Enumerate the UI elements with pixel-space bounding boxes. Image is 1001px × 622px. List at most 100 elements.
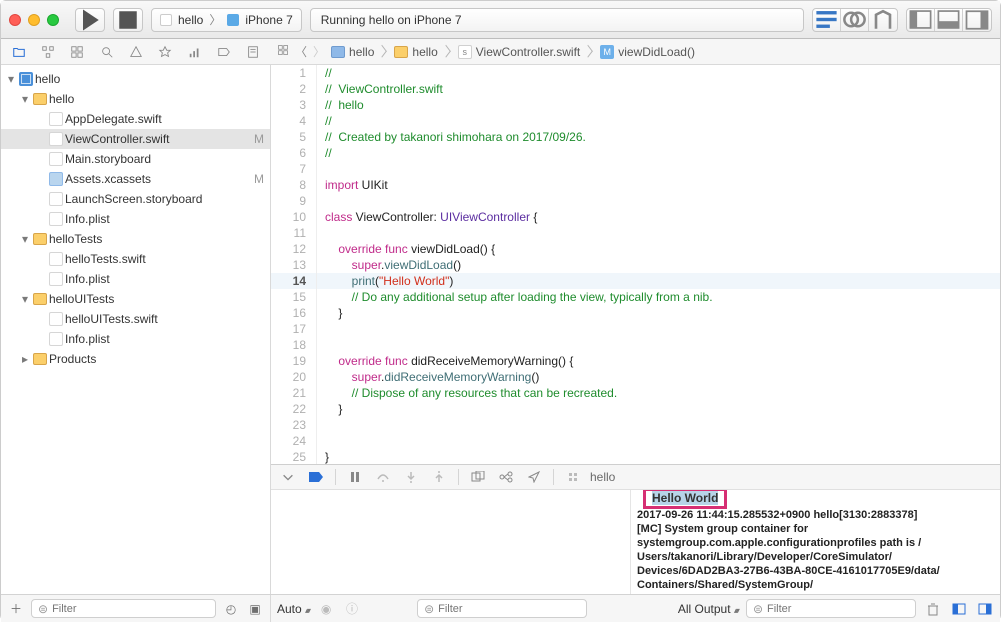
code-line[interactable]: 1// xyxy=(271,65,1000,81)
debug-view-hierarchy-icon[interactable] xyxy=(467,468,489,486)
step-over-icon[interactable] xyxy=(372,468,394,486)
source-control-navigator-tab[interactable] xyxy=(34,41,61,63)
tree-row[interactable]: ▾helloUITests xyxy=(1,289,270,309)
code-line[interactable]: 17 xyxy=(271,321,1000,337)
code-line[interactable]: 21 // Dispose of any resources that can … xyxy=(271,385,1000,401)
code-line[interactable]: 23 xyxy=(271,417,1000,433)
code-line[interactable]: 19 override func didReceiveMemoryWarning… xyxy=(271,353,1000,369)
crumb-file-label[interactable]: ViewController.swift xyxy=(476,45,580,59)
toggle-utilities-icon[interactable] xyxy=(963,9,991,31)
related-items-icon[interactable] xyxy=(277,44,289,59)
code-line[interactable]: 12 override func viewDidLoad() { xyxy=(271,241,1000,257)
code-line[interactable]: 4// xyxy=(271,113,1000,129)
debug-memory-graph-icon[interactable] xyxy=(495,468,517,486)
show-console-pane-icon[interactable] xyxy=(976,600,994,618)
code-line[interactable]: 18 xyxy=(271,337,1000,353)
variables-filter[interactable]: ⊜ xyxy=(417,599,587,618)
code-line[interactable]: 2// ViewController.swift xyxy=(271,81,1000,97)
code-line[interactable]: 20 super.didReceiveMemoryWarning() xyxy=(271,369,1000,385)
debug-target-label[interactable]: hello xyxy=(590,470,615,484)
tree-row[interactable]: ▾hello xyxy=(1,89,270,109)
disclosure-icon[interactable]: ▾ xyxy=(19,292,31,306)
tree-row[interactable]: LaunchScreen.storyboard xyxy=(1,189,270,209)
code-line[interactable]: 24 xyxy=(271,433,1000,449)
project-navigator-tab[interactable] xyxy=(5,41,32,63)
navigator-filter[interactable]: ⊜ xyxy=(31,599,216,618)
print-description-icon[interactable]: ⓘ xyxy=(343,600,361,618)
editor-mode-segmented[interactable] xyxy=(812,8,898,32)
tree-row[interactable]: Info.plist xyxy=(1,329,270,349)
tree-row[interactable]: ViewController.swiftM xyxy=(1,129,270,149)
standard-editor-icon[interactable] xyxy=(813,9,841,31)
source-editor[interactable]: 1//2// ViewController.swift3// hello4//5… xyxy=(271,65,1000,464)
panel-toggle-segmented[interactable] xyxy=(906,8,992,32)
scm-filter-icon[interactable]: ▣ xyxy=(246,600,264,618)
tree-row[interactable]: helloTests.swift xyxy=(1,249,270,269)
crumb-group-label[interactable]: hello xyxy=(412,45,437,59)
tree-row[interactable]: ▸Products xyxy=(1,349,270,369)
variables-filter-input[interactable] xyxy=(438,603,580,615)
pause-icon[interactable] xyxy=(344,468,366,486)
code-line[interactable]: 3// hello xyxy=(271,97,1000,113)
version-editor-icon[interactable] xyxy=(869,9,897,31)
tree-row[interactable]: ▾hello xyxy=(1,69,270,89)
tree-row[interactable]: Info.plist xyxy=(1,209,270,229)
simulate-location-icon[interactable] xyxy=(523,468,545,486)
disclosure-icon[interactable]: ▾ xyxy=(5,72,17,86)
close-window-button[interactable] xyxy=(9,14,21,26)
debug-navigator-tab[interactable] xyxy=(181,41,208,63)
scheme-selector[interactable]: hello 〉 iPhone 7 xyxy=(151,8,302,32)
code-line[interactable]: 5// Created by takanori shimohara on 201… xyxy=(271,129,1000,145)
tree-row[interactable]: helloUITests.swift xyxy=(1,309,270,329)
crumb-project-label[interactable]: hello xyxy=(349,45,374,59)
hide-debug-icon[interactable] xyxy=(277,468,299,486)
project-navigator[interactable]: ▾hello▾helloAppDelegate.swiftViewControl… xyxy=(1,65,271,594)
tree-row[interactable]: AppDelegate.swift xyxy=(1,109,270,129)
zoom-window-button[interactable] xyxy=(47,14,59,26)
step-out-icon[interactable] xyxy=(428,468,450,486)
tree-row[interactable]: ▾helloTests xyxy=(1,229,270,249)
report-navigator-tab[interactable] xyxy=(240,41,267,63)
crumb-symbol-label[interactable]: viewDidLoad() xyxy=(618,45,695,59)
disclosure-icon[interactable]: ▸ xyxy=(19,352,31,366)
jump-bar[interactable]: 〈 〉 hello hello sViewController.swift Mv… xyxy=(271,39,1000,64)
code-line[interactable]: 9 xyxy=(271,193,1000,209)
show-variables-pane-icon[interactable] xyxy=(950,600,968,618)
code-line[interactable]: 16 } xyxy=(271,305,1000,321)
disclosure-icon[interactable]: ▾ xyxy=(19,232,31,246)
step-into-icon[interactable] xyxy=(400,468,422,486)
variables-scope-selector[interactable]: Auto ▴▾ xyxy=(277,602,309,616)
toggle-debug-icon[interactable] xyxy=(935,9,963,31)
stop-button[interactable] xyxy=(113,8,143,32)
find-navigator-tab[interactable] xyxy=(93,41,120,63)
code-line[interactable]: 10class ViewController: UIViewController… xyxy=(271,209,1000,225)
code-line[interactable]: 15 // Do any additional setup after load… xyxy=(271,289,1000,305)
navigator-filter-input[interactable] xyxy=(52,603,209,615)
issue-navigator-tab[interactable] xyxy=(122,41,149,63)
quicklook-icon[interactable]: ◉ xyxy=(317,600,335,618)
recent-filter-icon[interactable]: ◴ xyxy=(222,600,240,618)
disclosure-icon[interactable]: ▾ xyxy=(19,92,31,106)
tree-row[interactable]: Assets.xcassetsM xyxy=(1,169,270,189)
code-line[interactable]: 13 super.viewDidLoad() xyxy=(271,257,1000,273)
tree-row[interactable]: Info.plist xyxy=(1,269,270,289)
breakpoint-navigator-tab[interactable] xyxy=(210,41,237,63)
process-icon[interactable] xyxy=(562,468,584,486)
code-line[interactable]: 11 xyxy=(271,225,1000,241)
console-output-selector[interactable]: All Output ▴▾ xyxy=(678,602,738,616)
variables-view[interactable] xyxy=(271,490,631,594)
code-line[interactable]: 7 xyxy=(271,161,1000,177)
code-line[interactable]: 8import UIKit xyxy=(271,177,1000,193)
history-forward-icon[interactable]: 〉 xyxy=(313,43,325,60)
code-line[interactable]: 14 print("Hello World") xyxy=(271,273,1000,289)
tree-row[interactable]: Main.storyboard xyxy=(1,149,270,169)
code-line[interactable]: 22 } xyxy=(271,401,1000,417)
code-line[interactable]: 25} xyxy=(271,449,1000,464)
toggle-navigator-icon[interactable] xyxy=(907,9,935,31)
symbol-navigator-tab[interactable] xyxy=(64,41,91,63)
add-button[interactable]: ＋ xyxy=(7,600,25,618)
test-navigator-tab[interactable] xyxy=(152,41,179,63)
run-button[interactable] xyxy=(75,8,105,32)
assistant-editor-icon[interactable] xyxy=(841,9,869,31)
code-line[interactable]: 6// xyxy=(271,145,1000,161)
